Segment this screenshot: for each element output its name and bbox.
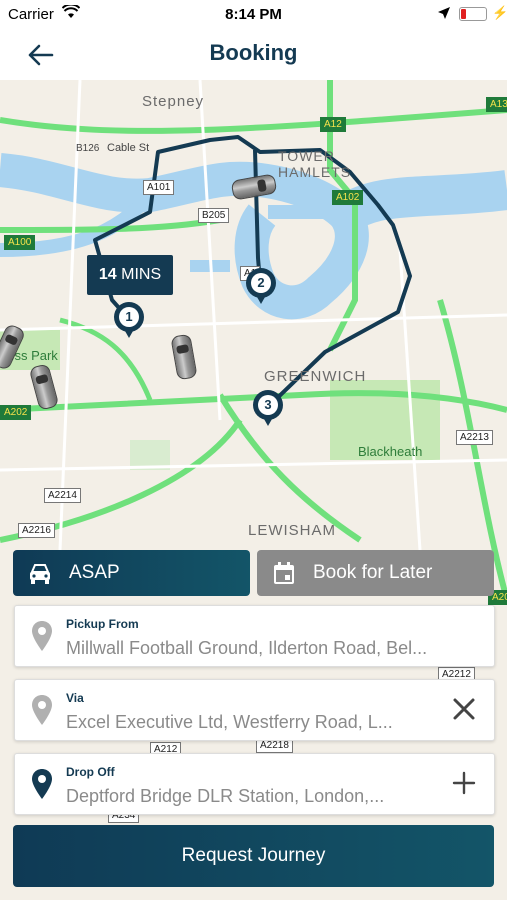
area-label-lewisham: LEWISHAM: [248, 522, 337, 539]
charging-bolt-icon: ⚡: [492, 5, 507, 20]
road-shield: A13: [486, 97, 507, 112]
clock: 8:14 PM: [225, 6, 282, 23]
road-shield: A12: [320, 117, 346, 132]
waypoint-pin-1[interactable]: 1: [114, 302, 144, 340]
road-shield: A101: [143, 180, 175, 195]
dock: [268, 205, 328, 219]
minor-road: [0, 458, 507, 472]
road-shield: A2214: [44, 488, 81, 503]
waypoint-pin-2[interactable]: 2: [246, 268, 276, 306]
asap-label: ASAP: [69, 562, 120, 583]
location-pin-icon: [32, 769, 52, 799]
eta-badge: 14 MINS: [87, 255, 173, 295]
road-shield: A100: [4, 235, 36, 250]
dropoff-value: Deptford Bridge DLR Station, London,...: [66, 786, 385, 806]
asap-button[interactable]: ASAP: [13, 550, 250, 596]
car-icon: [30, 564, 50, 584]
area-label-blackheath: Blackheath: [358, 444, 423, 459]
nav-bar: Booking: [0, 30, 507, 80]
battery-icon: [459, 7, 487, 21]
area-label-tower-hamlets: TOWER HAMLETS: [278, 148, 352, 180]
road-shield: A2213: [456, 430, 493, 445]
page-title: Booking: [209, 40, 298, 65]
road-shield: A102: [332, 190, 364, 205]
major-road: [0, 107, 507, 134]
waypoint-pin-3[interactable]: 3: [253, 390, 283, 428]
dropoff-label: Drop Off: [66, 765, 115, 779]
road-shield: B126: [76, 143, 100, 154]
via-field[interactable]: Via Excel Executive Ltd, Westferry Road,…: [14, 679, 495, 741]
dropoff-field[interactable]: Drop Off Deptford Bridge DLR Station, Lo…: [14, 753, 495, 815]
book-for-later-label: Book for Later: [313, 562, 433, 583]
pickup-value: Millwall Football Ground, Ilderton Road,…: [66, 638, 428, 658]
road-shield: A202: [0, 405, 32, 420]
via-label: Via: [66, 691, 84, 705]
location-arrow-icon: [438, 7, 450, 19]
major-road: [0, 418, 243, 543]
area-label-stepney: Stepney: [142, 93, 205, 110]
back-arrow-icon[interactable]: [24, 38, 58, 72]
street-label-cable-st: Cable St: [107, 142, 150, 154]
area-label-greenwich: GREENWICH: [264, 368, 367, 385]
pickup-field[interactable]: Pickup From Millwall Football Ground, Il…: [14, 605, 495, 667]
status-bar: Carrier 8:14 PM ⚡: [0, 0, 507, 30]
remove-x-icon[interactable]: [450, 695, 478, 723]
location-pin-icon: [32, 621, 52, 651]
add-plus-icon[interactable]: [450, 769, 478, 797]
road-shield: B205: [198, 208, 230, 223]
location-pin-icon: [32, 695, 52, 725]
pickup-label: Pickup From: [66, 617, 139, 631]
request-journey-button[interactable]: Request Journey: [13, 825, 494, 887]
road-shield: A2216: [18, 523, 55, 538]
river: [0, 153, 369, 320]
via-value: Excel Executive Ltd, Westferry Road, L..…: [66, 712, 393, 732]
book-for-later-button[interactable]: Book for Later: [257, 550, 494, 596]
calendar-icon: [274, 562, 294, 584]
